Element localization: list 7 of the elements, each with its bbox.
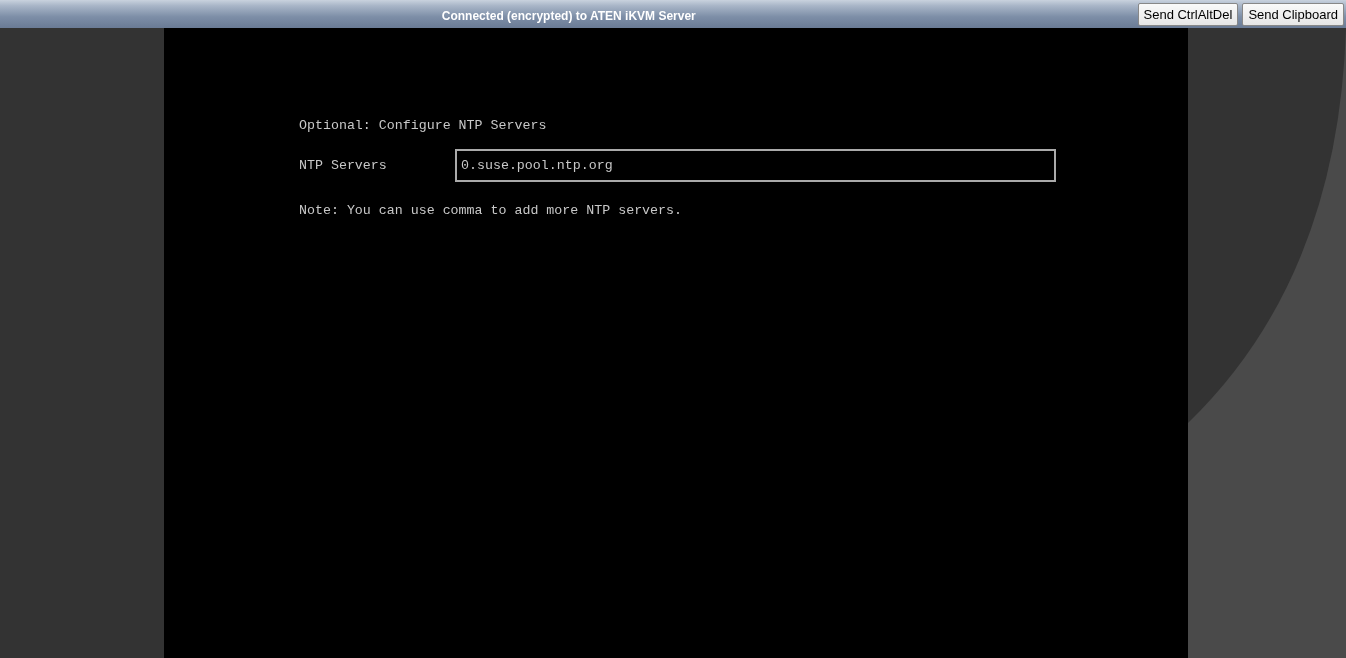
window-title: Connected (encrypted) to ATEN iKVM Server <box>440 8 697 23</box>
note-text: Note: You can use comma to add more NTP servers. <box>299 203 683 218</box>
field-label: NTP Servers <box>299 158 388 173</box>
section-heading: Optional: Configure NTP Servers <box>299 118 548 133</box>
send-button[interactable]: Send Clipboard <box>1242 2 1344 26</box>
send-button[interactable]: Send CtrlAltDel <box>1137 2 1239 26</box>
ntp-servers-field[interactable]: 0.suse.pool.ntp.org <box>455 149 1056 182</box>
